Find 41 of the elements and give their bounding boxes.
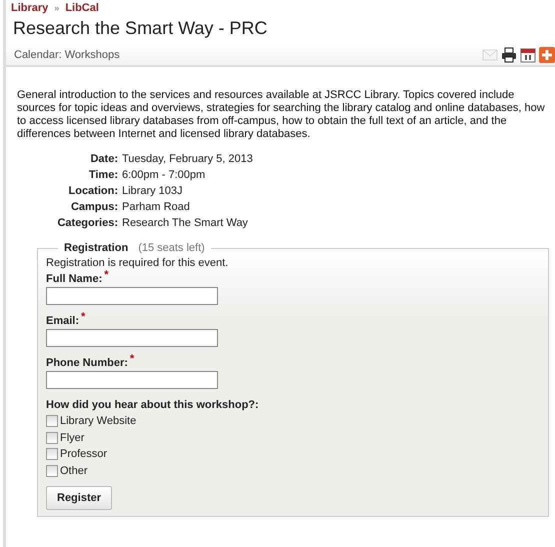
checkbox-label: Other xyxy=(60,464,88,477)
detail-label: Campus: xyxy=(70,201,118,213)
detail-value: Parham Road xyxy=(122,201,191,213)
breadcrumb-link[interactable]: LibCal xyxy=(65,2,99,14)
checkbox-label: Flyer xyxy=(60,432,84,444)
add-icon[interactable] xyxy=(539,46,555,62)
input-field[interactable] xyxy=(46,329,218,347)
breadcrumb-separator: » xyxy=(54,3,60,13)
field-label: Phone Number: xyxy=(46,357,128,369)
checkbox[interactable] xyxy=(46,415,58,428)
breadcrumb-link[interactable]: Library xyxy=(11,2,48,14)
checkbox[interactable] xyxy=(46,464,58,477)
checkbox[interactable] xyxy=(46,448,58,460)
detail-label: Date: xyxy=(89,153,118,165)
detail-label: Location: xyxy=(68,185,118,197)
field-label: Email: xyxy=(46,315,80,327)
printer-icon[interactable] xyxy=(501,46,517,62)
field-label: Full Name: xyxy=(46,273,102,285)
registration-note: Registration is required for this event. xyxy=(46,257,230,269)
required-mark: * xyxy=(81,311,86,323)
input-field[interactable] xyxy=(46,287,218,305)
detail-value: Tuesday, February 5, 2013 xyxy=(122,153,254,165)
register-button[interactable]: Register xyxy=(46,486,112,510)
detail-label: Time: xyxy=(88,169,118,181)
detail-value: 6:00pm - 7:00pm xyxy=(122,169,206,181)
calendar-label: Calendar: Workshops xyxy=(14,48,120,60)
page-title: Research the Smart Way - PRC xyxy=(13,18,268,40)
input-field[interactable] xyxy=(46,371,218,389)
checkbox-label: Professor xyxy=(60,448,108,460)
question-label: How did you hear about this workshop?: xyxy=(46,399,260,411)
calendar-icon[interactable] xyxy=(520,46,536,62)
checkbox-label: Library Website xyxy=(60,415,136,428)
legend-title: Registration xyxy=(64,242,128,254)
detail-value: Research The Smart Way xyxy=(122,217,249,229)
detail-label: Categories: xyxy=(56,217,118,229)
detail-value: Library 103J xyxy=(122,185,184,197)
seats-left: (15 seats left) xyxy=(138,242,205,254)
checkbox[interactable] xyxy=(46,432,58,444)
required-mark: * xyxy=(104,269,109,281)
event-description: General introduction to the services and resources available at JSRCC Library. Topics covered include sources for topic ideas and overviews, strategies for searching the library catalog and online databases, how to access licensed library databases from off-campus, how to obtain the full text of an article, and the differences between Internet and licensed library databases. xyxy=(17,89,546,141)
required-mark: * xyxy=(130,353,134,365)
